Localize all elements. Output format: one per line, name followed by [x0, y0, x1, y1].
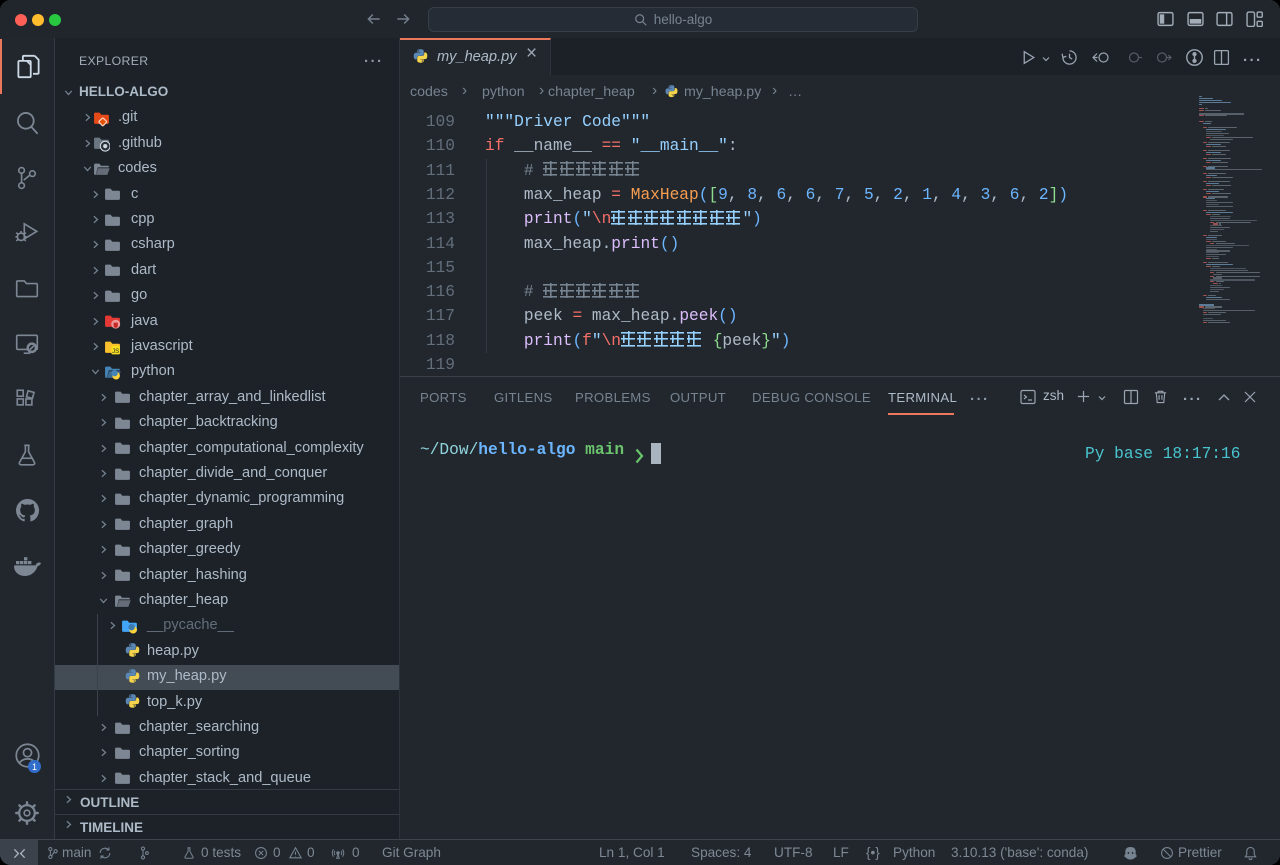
svg-text:JS: JS — [112, 347, 119, 354]
